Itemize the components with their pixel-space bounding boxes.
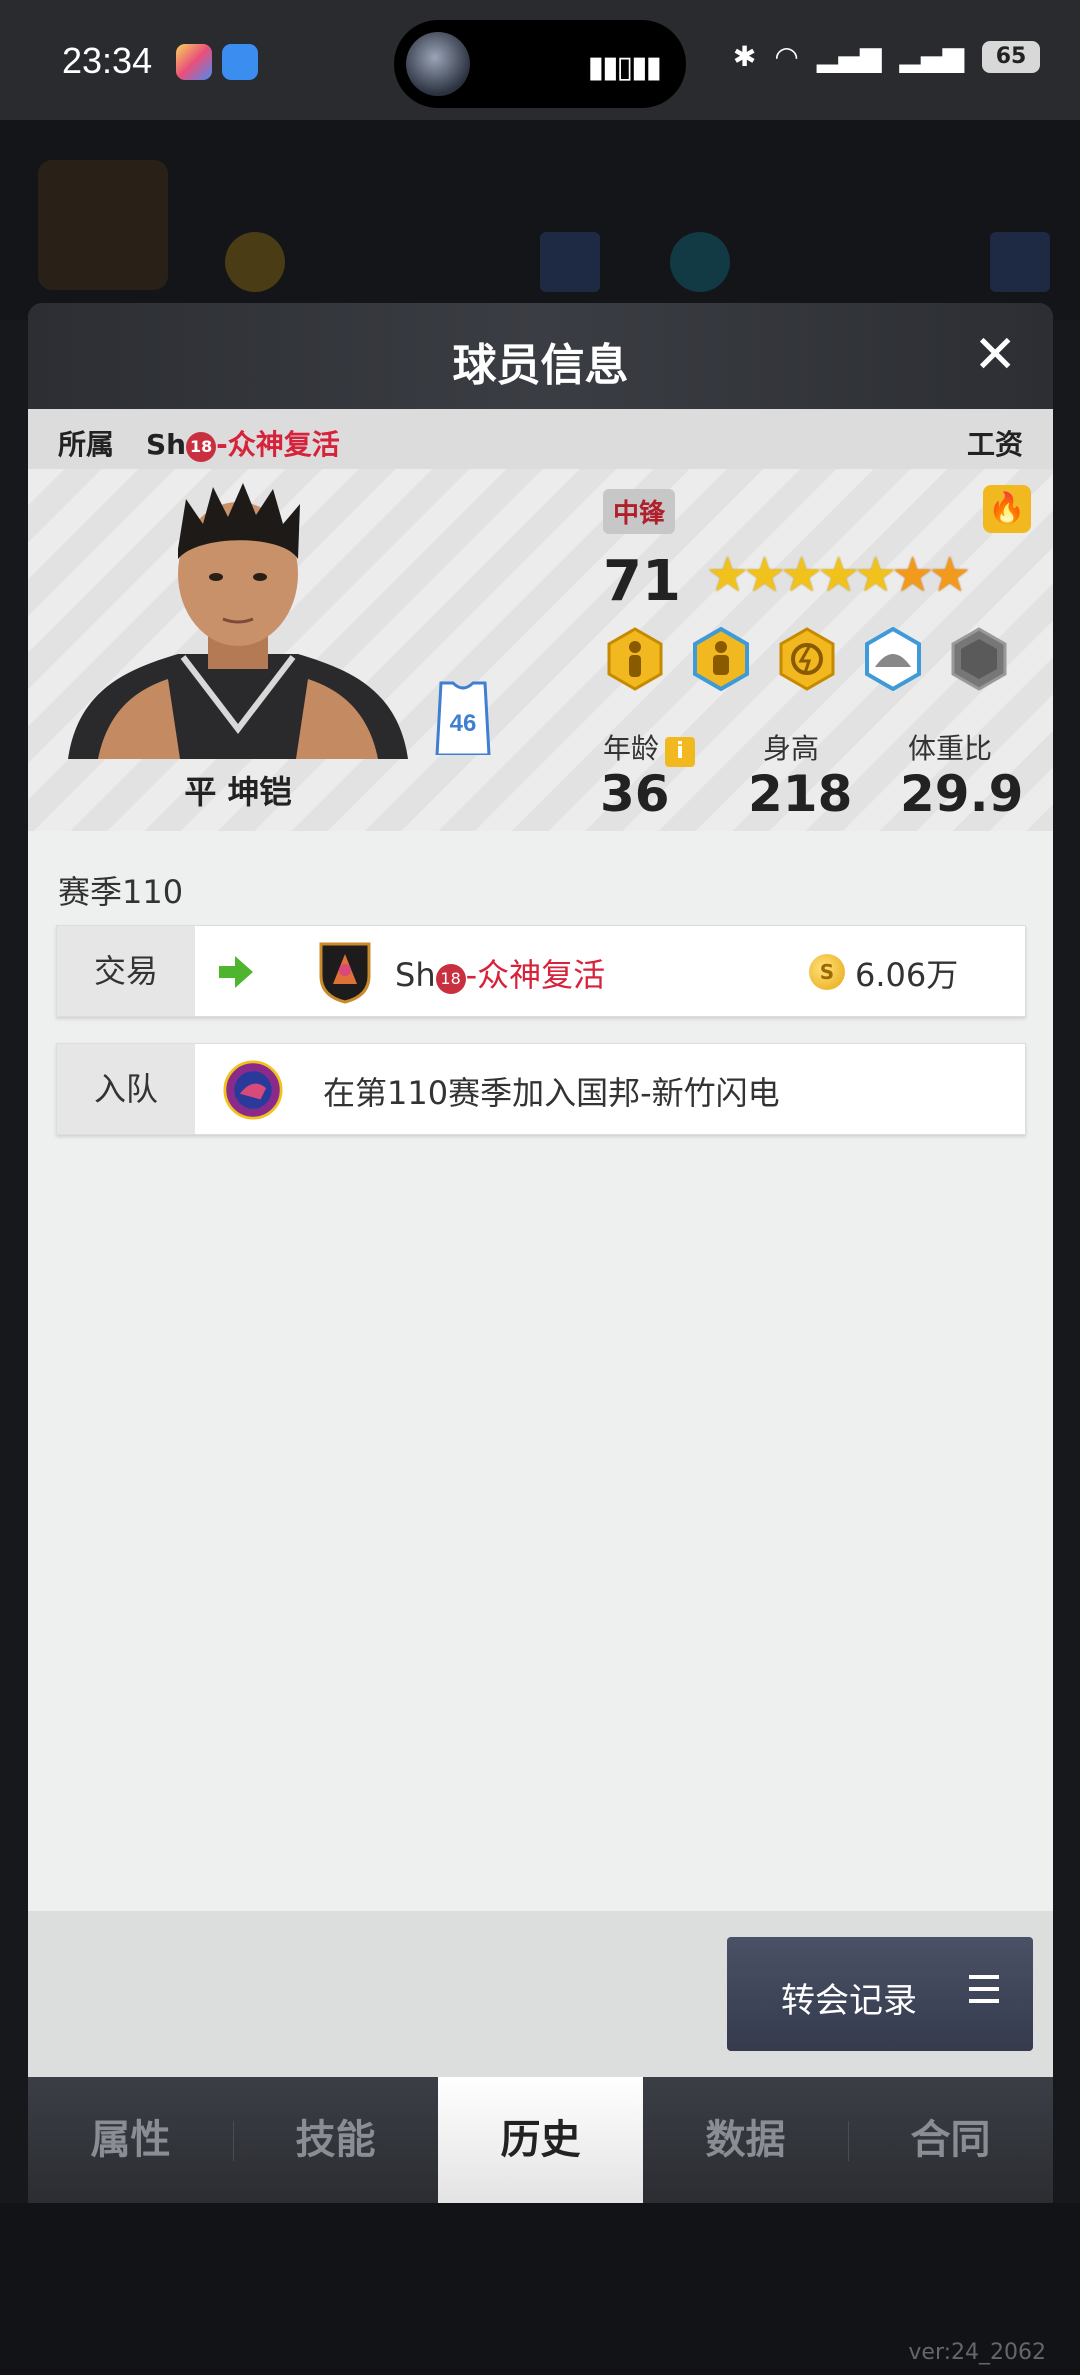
star-icon: ★ xyxy=(743,547,786,603)
tab-data[interactable]: 数据 xyxy=(643,2077,848,2203)
age-value: 36 xyxy=(600,765,670,823)
status-icons: ✱ ◠ ▂▄▆ ▂▄▆ 65 xyxy=(733,40,1040,73)
salary-label[interactable]: 工资 xyxy=(967,423,1023,463)
event-team: Sh 18 -众神复活 xyxy=(395,950,605,996)
player-info-modal: 球员信息 ✕ 所属 Sh 18 -众神复活 工资 平 坤铠 46 中锋 🔥 71… xyxy=(28,303,1053,2203)
signal-5g-icon: ▂▄▆ xyxy=(899,40,964,73)
bluetooth-icon: ✱ xyxy=(732,40,757,73)
wifi-icon: ◠ xyxy=(774,40,799,73)
fire-icon[interactable]: 🔥 xyxy=(983,485,1031,533)
player-card: 平 坤铠 46 中锋 🔥 71 ★★★★★★★ 年龄 i 身高 体重比 36 2… xyxy=(28,469,1053,831)
age-18-badge-icon: 18 xyxy=(186,432,217,462)
star-icon: ★ xyxy=(817,547,860,603)
weight-ratio-value: 29.9 xyxy=(900,765,1024,823)
battery-icon: 65 xyxy=(982,40,1040,73)
event-description: 在第110赛季加入国邦-新竹闪电 xyxy=(323,1074,780,1112)
event-team-prefix: Sh xyxy=(395,956,436,994)
tab-skills[interactable]: 技能 xyxy=(233,2077,438,2203)
signal-5g-icon: ▂▄▆ xyxy=(816,40,882,73)
power-skill-badge-icon[interactable] xyxy=(775,627,839,691)
status-time: 23:34 xyxy=(62,40,153,81)
app-notification-icon xyxy=(176,44,212,80)
team-logo-icon xyxy=(319,942,371,1004)
locked-skill-badge-icon[interactable] xyxy=(947,627,1011,691)
background-header xyxy=(0,120,1080,320)
affiliation-label: 所属 xyxy=(58,428,115,461)
player-name: 平 坤铠 xyxy=(184,773,292,811)
star-icon: ★ xyxy=(928,547,971,603)
skill-badges xyxy=(603,627,1011,691)
age-label-text: 年龄 xyxy=(603,732,660,765)
affiliation-bar: 所属 Sh 18 -众神复活 工资 xyxy=(28,409,1053,469)
media-avatar-icon xyxy=(406,32,470,96)
transfer-amount: 6.06万 xyxy=(855,956,959,994)
height-label: 身高 xyxy=(763,732,820,765)
jersey-number: 46 xyxy=(450,710,477,737)
player-portrait xyxy=(68,483,408,759)
background-coin-icon xyxy=(225,232,285,292)
team-prefix: Sh xyxy=(146,428,187,461)
menu-icon xyxy=(969,1975,999,2005)
stadium-skill-badge-icon[interactable] xyxy=(861,627,925,691)
modal-footer: 转会记录 xyxy=(28,1911,1053,2077)
tab-history[interactable]: 历史 xyxy=(438,2077,643,2203)
event-type: 入队 xyxy=(57,1044,195,1134)
history-content: 赛季110 交易 Sh 18 -众神复活 S 6.06万 入队 在第110赛季加入国… xyxy=(28,831,1053,1911)
event-team-name: -众神复活 xyxy=(465,956,606,994)
modal-header: 球员信息 ✕ xyxy=(28,303,1053,409)
weather-icon xyxy=(222,44,258,80)
transfer-record-button[interactable]: 转会记录 xyxy=(727,1937,1033,2051)
tab-contract[interactable]: 合同 xyxy=(848,2077,1053,2203)
history-event-row[interactable]: 入队 在第110赛季加入国邦-新竹闪电 xyxy=(56,1043,1026,1135)
jersey-icon: 46 xyxy=(435,681,491,755)
star-icon: ★ xyxy=(780,547,823,603)
background-add-icon xyxy=(990,232,1050,292)
background-team-logo xyxy=(38,160,168,290)
tab-attributes[interactable]: 属性 xyxy=(28,2077,233,2203)
star-icon: ★ xyxy=(891,547,934,603)
overall-rating: 71 xyxy=(603,549,681,614)
rebound-skill-badge-icon[interactable] xyxy=(689,627,753,691)
tab-bar: 属性 技能 历史 数据 合同 xyxy=(28,2077,1053,2203)
star-icon: ★ xyxy=(854,547,897,603)
post-skill-badge-icon[interactable] xyxy=(603,627,667,691)
close-button[interactable]: ✕ xyxy=(973,325,1017,385)
age-18-badge-icon: 18 xyxy=(435,964,466,994)
version-label: ver:24_2062 xyxy=(908,2340,1046,2365)
season-title: 赛季110 xyxy=(58,873,184,911)
background-add-icon xyxy=(540,232,600,292)
position-badge: 中锋 xyxy=(603,489,676,534)
star-rating: ★★★★★★★ xyxy=(706,547,971,603)
arrow-right-icon xyxy=(219,956,253,988)
weight-ratio-label: 体重比 xyxy=(908,732,993,765)
dynamic-island[interactable]: ▮▮▯▮▮ xyxy=(394,20,686,108)
star-icon: ★ xyxy=(706,547,749,603)
event-type: 交易 xyxy=(57,926,195,1016)
affiliation-team[interactable]: Sh 18 -众神复活 xyxy=(146,423,340,463)
age-label: 年龄 i xyxy=(603,727,696,767)
status-bar: 23:34 ▮▮▯▮▮ ✱ ◠ ▂▄▆ ▂▄▆ 65 xyxy=(0,0,1080,120)
history-event-row[interactable]: 交易 Sh 18 -众神复活 S 6.06万 xyxy=(56,925,1026,1017)
audio-wave-icon: ▮▮▯▮▮ xyxy=(587,50,662,85)
coin-icon: S xyxy=(809,954,845,990)
background-gem-icon xyxy=(670,232,730,292)
height-value: 218 xyxy=(748,765,853,823)
transfer-record-label: 转会记录 xyxy=(781,1981,917,2021)
modal-title: 球员信息 xyxy=(452,340,629,391)
info-icon[interactable]: i xyxy=(665,737,696,767)
team-name: -众神复活 xyxy=(216,428,340,461)
team-logo-icon xyxy=(223,1060,283,1120)
